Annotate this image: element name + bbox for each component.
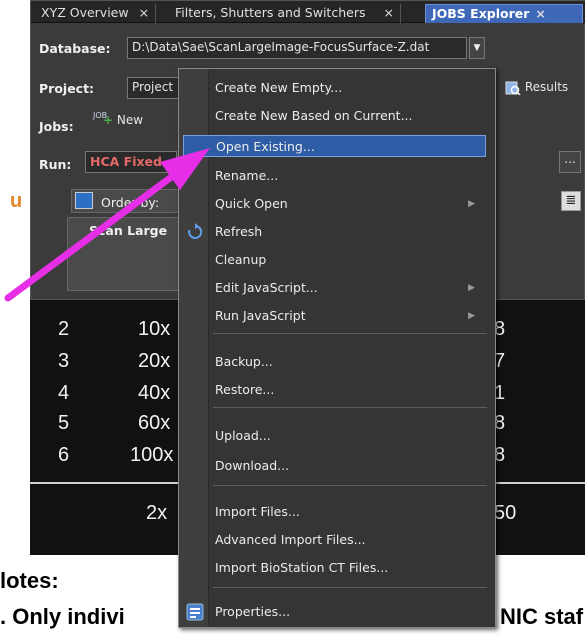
properties-icon <box>186 603 204 621</box>
slide-margin <box>0 0 30 555</box>
menu-separator <box>213 587 487 588</box>
tab-jobs-explorer[interactable]: JOBS Explorer × <box>425 4 583 23</box>
menu-item-download[interactable]: Download... <box>215 455 485 477</box>
project-select[interactable]: Project <box>127 77 183 99</box>
menu-item-rename[interactable]: Rename... <box>215 165 485 187</box>
chevron-right-icon: ▶ <box>468 311 475 321</box>
menu-item-create-new-empty[interactable]: Create New Empty... <box>215 77 485 99</box>
menu-item-cleanup[interactable]: Cleanup <box>215 249 485 271</box>
chevron-right-icon: ▶ <box>468 199 475 209</box>
chevron-down-icon[interactable]: ▼ <box>469 37 485 59</box>
jobs-context-menu: Create New Empty... Create New Based on … <box>178 68 496 628</box>
job-add-icon: JOB <box>93 111 108 120</box>
menu-item-run-javascript[interactable]: Run JavaScript ▶ <box>215 305 485 327</box>
menu-item-quick-open[interactable]: Quick Open ▶ <box>215 193 485 215</box>
menu-item-refresh[interactable]: Refresh <box>215 221 485 243</box>
menu-item-open-existing[interactable]: Open Existing... <box>183 135 486 157</box>
tab-xyz-overview[interactable]: XYZ Overview × <box>35 4 157 23</box>
menu-item-restore[interactable]: Restore... <box>215 379 485 401</box>
tab-filters-shutters-switchers[interactable]: Filters, Shutters and Switchers × <box>169 4 401 23</box>
menu-item-upload[interactable]: Upload... <box>215 425 485 447</box>
close-icon[interactable]: × <box>383 5 393 20</box>
jobs-label: Jobs: <box>39 119 74 134</box>
run-select[interactable]: HCA Fixed <box>85 151 177 173</box>
refresh-icon <box>188 223 203 239</box>
run-label: Run: <box>39 157 72 172</box>
menu-item-edit-javascript[interactable]: Edit JavaScript... ▶ <box>215 277 485 299</box>
notes-heading: lotes: <box>0 568 59 593</box>
notes-line-right: NIC staf <box>500 604 584 629</box>
database-path-field[interactable]: D:\Data\Sae\ScanLargeImage-FocusSurface-… <box>127 37 467 59</box>
project-label: Project: <box>39 81 95 96</box>
menu-separator <box>213 407 487 408</box>
menu-item-import-files[interactable]: Import Files... <box>215 501 485 523</box>
run-more-button[interactable]: ... <box>559 151 581 173</box>
close-icon[interactable]: × <box>535 6 545 21</box>
close-icon[interactable]: × <box>139 5 149 20</box>
tab-bar: XYZ Overview × Filters, Shutters and Swit… <box>31 1 585 23</box>
job-list-item[interactable]: Scan Large <box>89 223 167 238</box>
list-view-icon[interactable]: ≣ <box>561 191 581 211</box>
results-icon <box>505 81 521 96</box>
database-label: Database: <box>39 41 111 56</box>
menu-item-properties[interactable]: Properties... <box>215 601 485 623</box>
menu-item-create-new-based-on-current[interactable]: Create New Based on Current... <box>215 105 485 127</box>
menu-separator <box>213 333 487 334</box>
slide-orange-letter: u <box>10 190 23 212</box>
new-job-button[interactable]: JOB + New <box>93 111 143 135</box>
menu-separator <box>213 485 487 486</box>
menu-item-backup[interactable]: Backup... <box>215 351 485 373</box>
results-button[interactable]: Results <box>505 80 568 102</box>
chevron-right-icon: ▶ <box>468 283 475 293</box>
notes-line-left: . Only indivi <box>0 604 125 629</box>
order-by-label: Order by: <box>101 195 160 210</box>
menu-item-advanced-import-files[interactable]: Advanced Import Files... <box>215 529 485 551</box>
menu-item-import-biostation-ct-files[interactable]: Import BioStation CT Files... <box>215 557 485 579</box>
columns-icon[interactable] <box>75 192 93 209</box>
